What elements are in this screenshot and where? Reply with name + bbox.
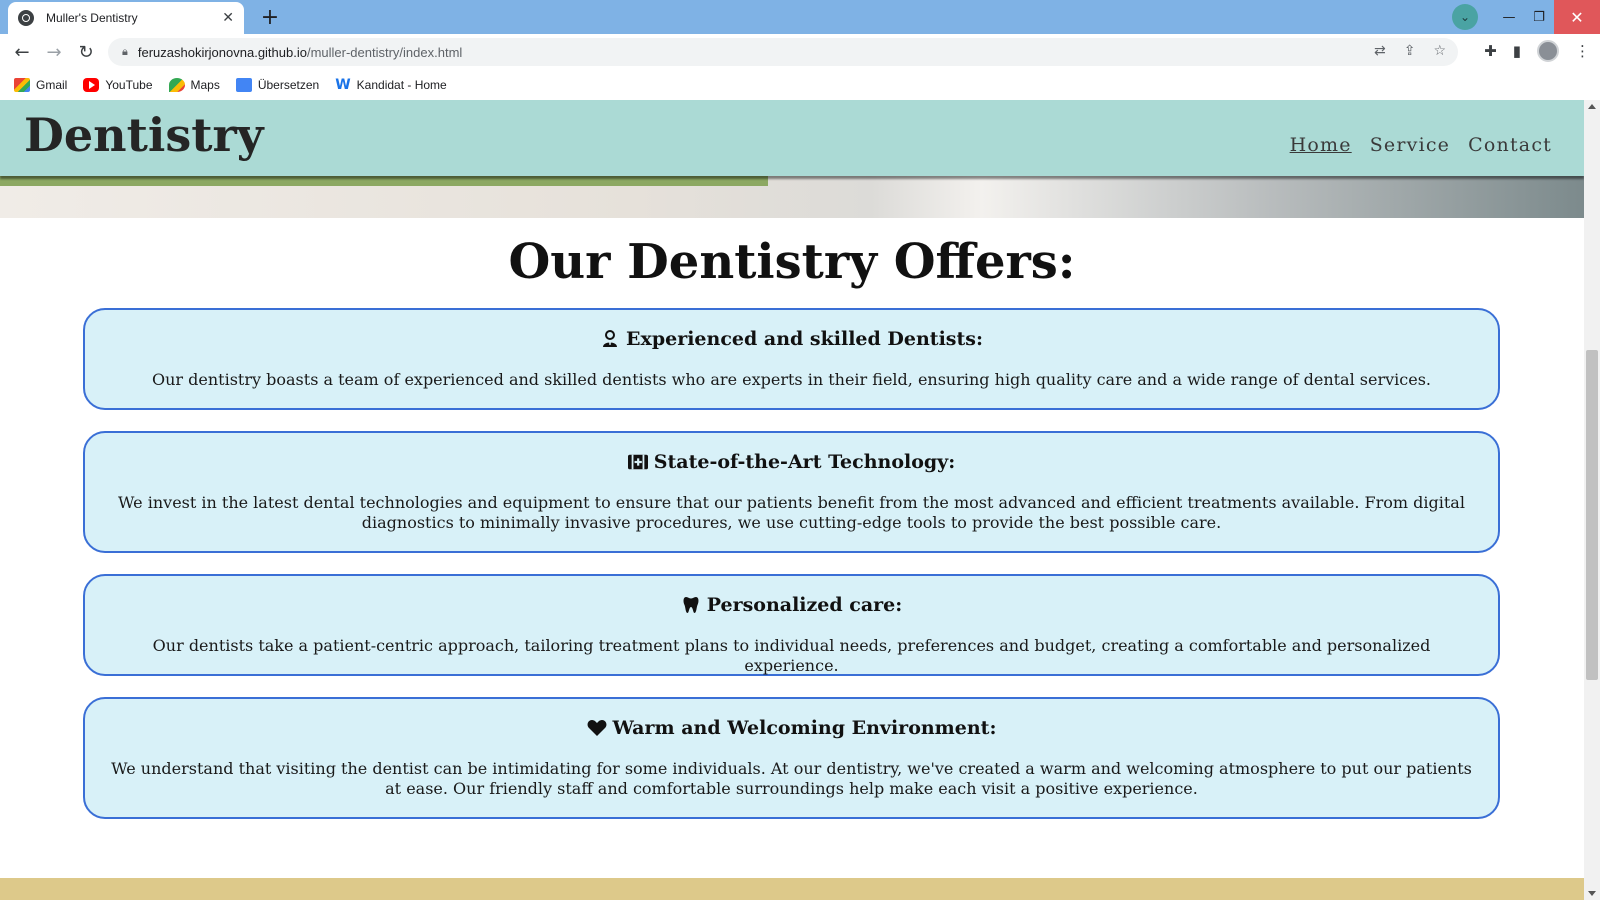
offer-title: Personalized care: bbox=[706, 594, 903, 616]
offer-text: We understand that visiting the dentist … bbox=[111, 759, 1472, 798]
bookmark-star-icon[interactable]: ☆ bbox=[1433, 43, 1446, 59]
bookmark-maps[interactable]: Maps bbox=[168, 78, 220, 92]
toolbar-right: ✚ ▮ ⋮ bbox=[1484, 40, 1590, 62]
footer-band bbox=[0, 878, 1584, 900]
bookmark-label: YouTube bbox=[105, 78, 153, 92]
offer-text: We invest in the latest dental technolog… bbox=[118, 493, 1465, 532]
menu-kebab-icon[interactable]: ⋮ bbox=[1575, 42, 1590, 60]
minimize-icon[interactable]: — bbox=[1494, 10, 1524, 25]
hero-image bbox=[0, 174, 1584, 218]
bookmark-kandidat[interactable]: W Kandidat - Home bbox=[335, 77, 447, 93]
url-text: feruzashokirjonovna.github.io/muller-den… bbox=[138, 45, 462, 60]
medical-kit-icon bbox=[627, 452, 648, 472]
youtube-icon bbox=[83, 78, 100, 92]
offer-heading: State-of-the-Art Technology: bbox=[103, 451, 1480, 473]
offer-heading: Experienced and skilled Dentists: bbox=[103, 328, 1480, 350]
offer-card: Personalized care: Our dentists take a p… bbox=[83, 574, 1500, 676]
offer-card: Warm and Welcoming Environment: We under… bbox=[83, 697, 1500, 819]
browser-tab-bar: Muller's Dentistry ✕ + ⌄ — ❐ ✕ bbox=[0, 0, 1600, 34]
heart-icon bbox=[587, 718, 607, 738]
site-logo[interactable]: Dentistry bbox=[24, 108, 263, 162]
lock-icon[interactable]: 🔒︎ bbox=[122, 45, 128, 59]
user-tie-icon bbox=[600, 329, 620, 349]
bookmark-label: Kandidat - Home bbox=[356, 78, 447, 92]
bookmark-label: Maps bbox=[190, 78, 220, 92]
gmail-icon bbox=[14, 78, 30, 92]
site-nav: Home Service Contact bbox=[1290, 134, 1552, 156]
tab-close-icon[interactable]: ✕ bbox=[222, 10, 234, 26]
nav-link-contact[interactable]: Contact bbox=[1468, 134, 1552, 156]
offer-title: Warm and Welcoming Environment: bbox=[612, 717, 997, 739]
translate-icon bbox=[235, 78, 252, 92]
bookmark-translate[interactable]: Übersetzen bbox=[235, 78, 320, 92]
bookmark-label: Übersetzen bbox=[257, 78, 320, 92]
tooth-icon bbox=[681, 595, 701, 615]
scrollbar-thumb[interactable] bbox=[1586, 350, 1598, 680]
translate-page-icon[interactable]: ⇄ bbox=[1374, 43, 1386, 59]
globe-icon bbox=[18, 10, 34, 26]
maps-icon bbox=[168, 78, 185, 92]
offer-card: State-of-the-Art Technology: We invest i… bbox=[83, 431, 1500, 553]
new-tab-button[interactable]: + bbox=[256, 5, 284, 30]
section-title: Our Dentistry Offers: bbox=[508, 234, 1076, 290]
share-icon[interactable]: ⇪ bbox=[1404, 43, 1416, 59]
address-bar[interactable]: 🔒︎ feruzashokirjonovna.github.io/muller-… bbox=[108, 38, 1458, 66]
tab-title: Muller's Dentistry bbox=[46, 11, 138, 25]
reload-icon[interactable]: ↻ bbox=[70, 42, 102, 63]
window-close-icon[interactable]: ✕ bbox=[1554, 0, 1600, 34]
restore-icon[interactable]: ❐ bbox=[1524, 10, 1554, 25]
bookmark-gmail[interactable]: Gmail bbox=[14, 78, 67, 92]
profile-avatar[interactable] bbox=[1537, 40, 1559, 62]
offer-card: Experienced and skilled Dentists: Our de… bbox=[83, 308, 1500, 410]
bookmark-youtube[interactable]: YouTube bbox=[83, 78, 153, 92]
window-controls: ⌄ — ❐ ✕ bbox=[1452, 0, 1600, 34]
browser-toolbar: ← → ↻ 🔒︎ feruzashokirjonovna.github.io/m… bbox=[0, 34, 1600, 70]
offer-title: Experienced and skilled Dentists: bbox=[626, 328, 983, 350]
extensions-icon[interactable]: ✚ bbox=[1484, 42, 1497, 60]
web-page: Dentistry Home Service Contact Our Denti… bbox=[0, 100, 1584, 900]
page-scrollbar[interactable] bbox=[1584, 100, 1600, 900]
offer-title: State-of-the-Art Technology: bbox=[653, 451, 956, 473]
site-header: Dentistry Home Service Contact bbox=[0, 100, 1584, 176]
bookmarks-bar: Gmail YouTube Maps Übersetzen W Kandidat… bbox=[0, 70, 1600, 100]
url-host: feruzashokirjonovna.github.io bbox=[137, 44, 307, 60]
side-panel-icon[interactable]: ▮ bbox=[1513, 42, 1521, 60]
offer-text: Our dentistry boasts a team of experienc… bbox=[152, 370, 1431, 389]
offer-text: Our dentists take a patient-centric appr… bbox=[152, 636, 1431, 675]
omnibox-icons: ⇄ ⇪ ☆ bbox=[1374, 43, 1446, 59]
offer-heading: Warm and Welcoming Environment: bbox=[103, 717, 1480, 739]
scroll-up-icon[interactable] bbox=[1588, 104, 1596, 109]
browser-tab[interactable]: Muller's Dentistry ✕ bbox=[8, 2, 244, 34]
nav-link-home[interactable]: Home bbox=[1290, 134, 1352, 156]
nav-link-service[interactable]: Service bbox=[1370, 134, 1450, 156]
tab-search-icon[interactable]: ⌄ bbox=[1452, 4, 1478, 30]
url-path: /muller-dentistry/index.html bbox=[306, 44, 463, 60]
bookmark-label: Gmail bbox=[36, 78, 68, 92]
scroll-down-icon[interactable] bbox=[1588, 891, 1596, 896]
offer-heading: Personalized care: bbox=[103, 594, 1480, 616]
w-icon: W bbox=[335, 77, 351, 93]
back-arrow-icon[interactable]: ← bbox=[6, 42, 38, 63]
forward-arrow-icon[interactable]: → bbox=[38, 42, 70, 63]
